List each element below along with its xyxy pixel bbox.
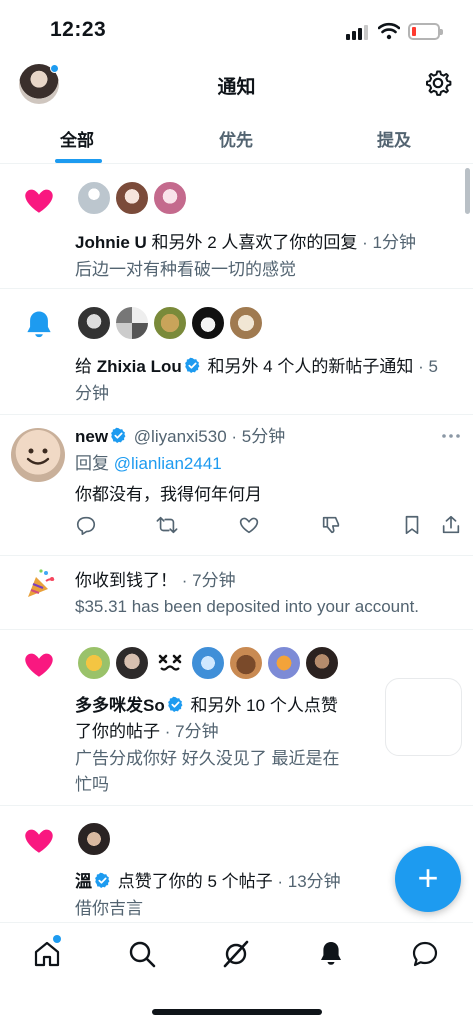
share-icon[interactable]	[440, 514, 462, 536]
user-handle[interactable]: @liyanxi530	[134, 427, 227, 446]
avatar[interactable]	[76, 821, 112, 857]
actor-name[interactable]: 溫	[75, 872, 92, 891]
status-time: 12:23	[50, 18, 107, 41]
timestamp: 5	[428, 357, 438, 376]
tab-all[interactable]: 全部	[60, 126, 94, 151]
gear-icon[interactable]	[424, 69, 452, 97]
bell-icon[interactable]	[316, 939, 346, 969]
actor-name[interactable]: Johnie U	[75, 233, 147, 252]
active-tab-indicator	[55, 159, 102, 163]
actor-name[interactable]: 多多咪发So	[75, 696, 165, 715]
actor-avatars	[76, 821, 114, 857]
verified-badge-icon	[95, 872, 110, 888]
party-popper-icon	[28, 569, 55, 597]
home-unread-dot	[53, 935, 61, 943]
verified-badge-icon	[111, 427, 126, 443]
avatar[interactable]	[228, 645, 264, 681]
tweet-actions	[0, 510, 473, 540]
heart-filled-icon	[25, 653, 53, 677]
avatar[interactable]	[76, 180, 112, 216]
more-options-icon[interactable]	[441, 432, 461, 440]
timestamp: 7分钟	[175, 722, 219, 741]
bookmark-icon[interactable]	[401, 514, 423, 536]
verified-badge-icon	[167, 696, 183, 712]
notification-text: 你收到钱了！ · 7分钟	[75, 571, 236, 590]
notification-text-continued: 了你的帖子 · 7分钟	[75, 722, 219, 741]
avatar[interactable]	[304, 645, 340, 681]
like-icon[interactable]	[238, 514, 260, 536]
timestamp: 13分钟	[287, 872, 341, 891]
actor-avatars	[76, 180, 190, 216]
avatar[interactable]	[152, 645, 188, 681]
timestamp: 7分钟	[192, 571, 236, 590]
bottom-nav	[0, 922, 473, 1024]
bell-filled-icon	[27, 311, 51, 338]
avatar[interactable]	[11, 428, 65, 482]
avatar[interactable]	[114, 180, 150, 216]
actor-avatars	[76, 305, 266, 341]
reply-icon[interactable]	[75, 514, 97, 536]
display-name[interactable]: new	[75, 427, 108, 446]
battery-low-icon	[408, 23, 443, 40]
timestamp: 1分钟	[372, 233, 416, 252]
post-snippet: 后边一对有种看破一切的感觉	[75, 260, 296, 279]
post-snippet: 借你吉言	[75, 899, 143, 918]
cellular-signal-icon	[346, 24, 370, 40]
avatar[interactable]	[152, 180, 188, 216]
heart-filled-icon	[25, 829, 53, 853]
heart-filled-icon	[25, 189, 53, 213]
search-icon[interactable]	[127, 939, 157, 969]
smiley-face-icon	[26, 448, 50, 465]
retweet-icon[interactable]	[156, 514, 178, 536]
avatar[interactable]	[114, 305, 150, 341]
notification-item[interactable]: 你收到钱了！ · 7分钟 $35.31 has been deposited i…	[0, 557, 473, 630]
notification-text: 给 Zhixia Lou 和另外 4 个人的新帖子通知 · 5	[75, 357, 438, 376]
tweet-header: new @liyanxi530 · 5分钟	[75, 427, 286, 446]
avatar[interactable]	[152, 305, 188, 341]
timestamp: 5分钟	[241, 427, 286, 446]
avatar[interactable]	[190, 305, 226, 341]
notification-item[interactable]: Johnie U 和另外 2 人喜欢了你的回复 · 1分钟 后边一对有种看破一切…	[0, 165, 473, 289]
home-indicator	[152, 1009, 322, 1015]
mention-link[interactable]: @lianlian2441	[114, 454, 222, 473]
notification-text: Johnie U 和另外 2 人喜欢了你的回复 · 1分钟	[75, 233, 416, 252]
tab-priority[interactable]: 优先	[219, 126, 253, 151]
tab-mentions[interactable]: 提及	[377, 126, 411, 151]
actor-avatars	[76, 645, 342, 681]
notification-item[interactable]: 给 Zhixia Lou 和另外 4 个人的新帖子通知 · 5 分钟	[0, 290, 473, 415]
home-icon[interactable]	[32, 939, 62, 969]
avatar[interactable]	[266, 645, 302, 681]
plus-icon: +	[417, 857, 439, 898]
notification-text: 溫 点赞了你的 5 个帖子 · 13分钟	[75, 872, 341, 891]
post-snippet-continued: 忙吗	[75, 775, 109, 794]
notification-text: 多多咪发So 和另外 10 个人点赞	[75, 696, 338, 715]
post-snippet: 广告分成你好 好久没见了 最近是在	[75, 749, 340, 768]
notification-tabs: 全部 优先 提及	[0, 118, 473, 164]
messages-icon[interactable]	[410, 939, 440, 969]
deposit-detail: $35.31 has been deposited into your acco…	[75, 597, 420, 616]
dislike-icon[interactable]	[320, 514, 342, 536]
floating-placeholder	[385, 678, 462, 756]
grok-icon[interactable]	[221, 939, 251, 969]
avatar[interactable]	[228, 305, 264, 341]
reply-to: 回复 @lianlian2441	[75, 454, 222, 473]
tweet-body: 你都没有，我得何年何月	[75, 485, 262, 504]
page-title: 通知	[217, 77, 256, 98]
wifi-icon	[378, 22, 400, 40]
avatar[interactable]	[76, 305, 112, 341]
marshmello-icon	[158, 654, 182, 671]
timestamp-continued: 分钟	[75, 384, 109, 403]
compose-button[interactable]: +	[395, 846, 461, 912]
actor-name[interactable]: Zhixia Lou	[97, 357, 182, 376]
avatar[interactable]	[114, 645, 150, 681]
avatar[interactable]	[76, 645, 112, 681]
scrollbar[interactable]	[465, 168, 470, 214]
verified-badge-icon	[184, 357, 200, 373]
avatar[interactable]	[190, 645, 226, 681]
status-bar: 12:23	[0, 0, 473, 60]
